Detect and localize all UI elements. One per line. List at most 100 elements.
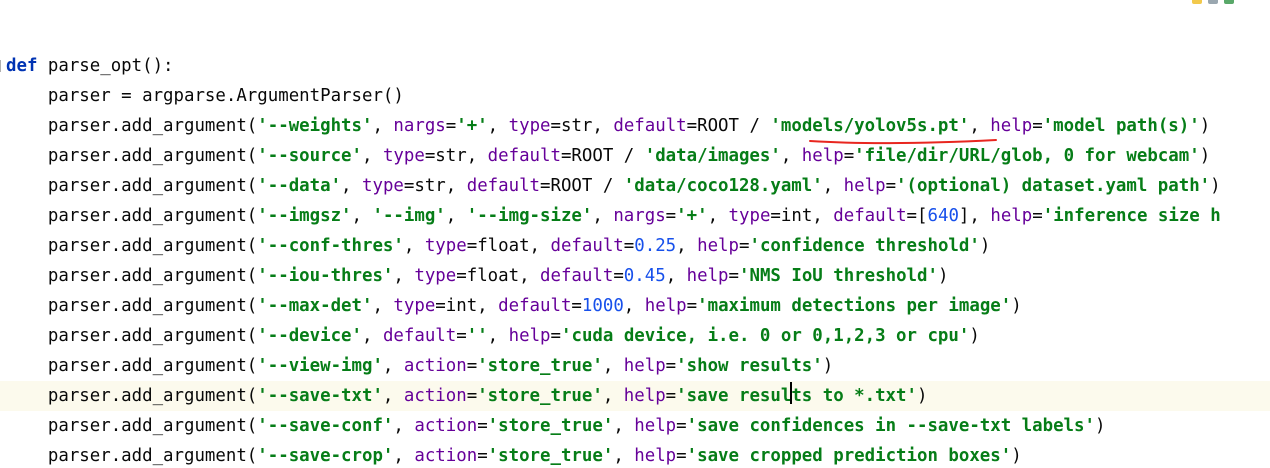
code-token: default (382, 326, 457, 346)
code-token: = (613, 266, 624, 286)
code-line[interactable]: def parse_opt(): (0, 51, 1270, 81)
code-token: = (686, 296, 698, 316)
code-line[interactable]: parser.add_argument('--conf-thres', type… (0, 231, 1270, 261)
code-line[interactable]: parser.add_argument('--save-txt', action… (0, 381, 1270, 411)
code-token: 'store_true' (477, 356, 603, 376)
code-token: '--save-crop' (257, 446, 394, 466)
code-token: 'store_true' (487, 446, 614, 466)
code-token: type (393, 296, 436, 316)
code-token: = (728, 266, 740, 286)
code-line[interactable]: parser.add_argument('--iou-thres', type=… (0, 261, 1270, 291)
code-token: , (665, 266, 687, 286)
code-token: = (676, 446, 687, 466)
code-token: parser.add_argument( (6, 266, 258, 286)
code-editor[interactable]: def parse_opt(): parser = argparse.Argum… (0, 0, 1270, 468)
code-token: ) (916, 386, 928, 406)
code-token: parser.add_argument( (6, 326, 258, 346)
code-token: 'cuda device, i.e. 0 or 0,1,2,3 or cpu' (561, 326, 970, 346)
code-line[interactable]: parser.add_argument('--max-det', type=in… (0, 291, 1270, 321)
code-token: =str, (424, 146, 488, 166)
code-token: default (540, 266, 614, 286)
code-token: ) (1210, 176, 1221, 196)
code-area[interactable]: def parse_opt(): parser = argparse.Argum… (0, 51, 1270, 468)
code-token: '--device' (257, 326, 362, 346)
code-line[interactable]: parser.add_argument('--view-img', action… (0, 351, 1270, 381)
code-token: , (382, 386, 404, 406)
code-token: =ROOT / (560, 146, 645, 166)
code-token: = (445, 116, 457, 136)
code-token: 'save cropped prediction boxes' (686, 446, 1012, 466)
code-token: default (466, 176, 541, 196)
code-token: , (602, 386, 624, 406)
code-token: , (393, 416, 415, 436)
code-token: nargs (613, 206, 666, 226)
code-token: '--save-txt' (257, 386, 383, 406)
code-token: default (487, 146, 561, 166)
code-token: 640 (927, 206, 959, 226)
typo-icon[interactable] (1224, 0, 1234, 4)
code-token: , (382, 356, 404, 376)
code-token: =[ (906, 206, 928, 226)
code-token: '--conf-thres' (257, 236, 404, 256)
code-token: '--img' (372, 206, 446, 226)
code-token: 'show results' (676, 356, 823, 376)
code-token: parser.add_argument( (6, 146, 258, 166)
code-token: , (393, 446, 415, 466)
code-token: '--source' (257, 146, 362, 166)
code-line[interactable]: parser.add_argument('--save-conf', actio… (0, 411, 1270, 441)
code-token: = (466, 386, 478, 406)
code-line[interactable]: parser.add_argument('--weights', nargs='… (0, 111, 1270, 141)
code-line[interactable]: parser.add_argument('--source', type=str… (0, 141, 1270, 171)
code-token: '--data' (257, 176, 342, 196)
code-token: , (487, 116, 509, 136)
code-token: , (487, 326, 509, 346)
code-token: type (424, 236, 467, 256)
code-line[interactable]: parser.add_argument('--device', default=… (0, 321, 1270, 351)
code-token: '--imgsz' (257, 206, 352, 226)
code-token: parser = argparse.ArgumentParser() (6, 86, 404, 106)
code-token: type (414, 266, 457, 286)
code-token: '--img-size' (466, 206, 593, 226)
code-token: , (613, 446, 635, 466)
weak-warning-icon[interactable] (1208, 0, 1218, 4)
fold-icon[interactable] (0, 60, 4, 72)
code-token: parser.add_argument( (6, 446, 258, 466)
inspection-widget[interactable] (1192, 0, 1234, 4)
code-token: , (372, 116, 394, 136)
code-token: , (592, 206, 614, 226)
code-token: parse_opt(): (37, 56, 174, 76)
code-token: ) (1011, 296, 1022, 316)
code-token: ) (979, 236, 991, 256)
warning-icon[interactable] (1192, 0, 1202, 4)
code-token: type (508, 116, 551, 136)
code-token: 'data/images' (644, 146, 781, 166)
code-token: ) (937, 266, 949, 286)
code-token: =float, (456, 266, 541, 286)
code-line[interactable]: parser.add_argument('--data', type=str, … (0, 171, 1270, 201)
code-token: , (361, 326, 383, 346)
code-token: , (613, 416, 635, 436)
code-token: = (885, 176, 897, 196)
code-token: parser.add_argument( (6, 206, 258, 226)
code-token: parser.add_argument( (6, 296, 258, 316)
code-token: '--view-img' (257, 356, 383, 376)
code-token: = (456, 326, 467, 346)
code-token: = (477, 416, 488, 436)
code-token: parser.add_argument( (6, 236, 258, 256)
code-token: help (697, 236, 739, 256)
code-token: '+' (676, 206, 708, 226)
code-token: action (403, 356, 467, 376)
code-token: =float, (466, 236, 551, 256)
code-line[interactable]: parser.add_argument('--save-crop', actio… (0, 441, 1270, 468)
code-token: parser.add_argument( (6, 176, 258, 196)
code-token: =ROOT / (540, 176, 624, 196)
code-token: = (665, 386, 677, 406)
code-line[interactable]: parser = argparse.ArgumentParser() (0, 81, 1270, 111)
code-token: ) (1199, 116, 1211, 136)
code-token: = (623, 236, 635, 256)
code-token: =ROOT / (686, 116, 771, 136)
code-token: parser.add_argument( (6, 386, 258, 406)
code-token: , (341, 176, 362, 196)
code-token: ) (822, 356, 834, 376)
code-line[interactable]: parser.add_argument('--imgsz', '--img', … (0, 201, 1270, 231)
